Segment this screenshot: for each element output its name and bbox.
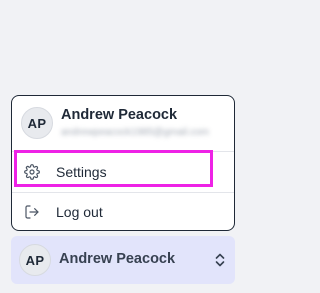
user-name: Andrew Peacock xyxy=(61,107,178,123)
account-switcher-button[interactable]: AP Andrew Peacock xyxy=(11,236,235,284)
logout-icon xyxy=(24,204,40,220)
avatar: AP xyxy=(19,244,51,276)
account-dropdown-menu: AP Andrew Peacock andrewpeacock1985@gmai… xyxy=(11,95,235,231)
menu-user-header: AP Andrew Peacock andrewpeacock1985@gmai… xyxy=(12,96,234,151)
divider xyxy=(12,192,234,193)
logout-menu-item[interactable]: Log out xyxy=(12,194,234,230)
gear-icon xyxy=(24,164,40,180)
page: AP Andrew Peacock andrewpeacock1985@gmai… xyxy=(0,0,250,293)
chevron-up-down-icon xyxy=(214,252,226,268)
account-name: Andrew Peacock xyxy=(59,251,176,267)
divider xyxy=(12,151,234,152)
avatar: AP xyxy=(21,107,53,139)
logout-label: Log out xyxy=(56,204,103,220)
user-email: andrewpeacock1985@gmail.com xyxy=(61,127,210,138)
settings-menu-item[interactable]: Settings xyxy=(12,154,234,190)
settings-label: Settings xyxy=(56,164,107,180)
